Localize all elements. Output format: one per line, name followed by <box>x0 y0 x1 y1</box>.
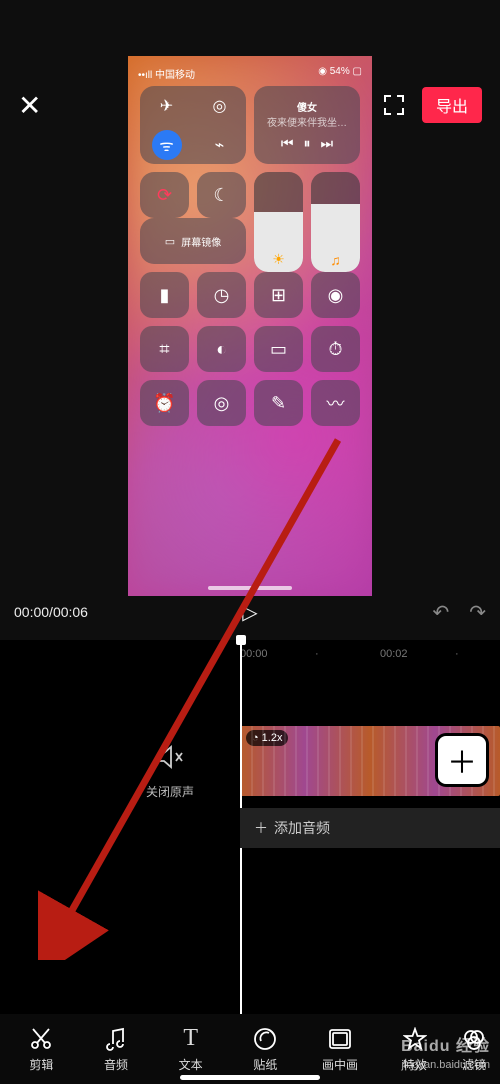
export-button[interactable]: 导出 <box>422 87 482 123</box>
stopwatch-icon: ⏱ <box>311 326 360 372</box>
watermark-brand: Baidu 经验 <box>401 1037 490 1058</box>
tool-edit[interactable]: 剪辑 <box>6 1026 77 1073</box>
mute-icon <box>130 744 210 777</box>
scan-icon: ⌗ <box>140 326 189 372</box>
camera-icon: ◉ <box>311 272 360 318</box>
bluetooth-icon: ⌁ <box>193 125 246 164</box>
timeline[interactable]: 00:00 · 00:02 · 关闭原声 ◔ 1.2x ＋ ＋ 添加音频 <box>0 640 500 1014</box>
redo-button[interactable]: ↷ <box>469 600 486 625</box>
mute-original-sound[interactable]: 关闭原声 <box>130 744 210 800</box>
add-clip-button[interactable]: ＋ <box>438 736 486 784</box>
prev-icon: ⏮ <box>281 135 294 152</box>
app-home-indicator <box>180 1075 320 1080</box>
tool-text[interactable]: T 文本 <box>155 1026 226 1073</box>
plus-icon: ＋ <box>254 818 268 838</box>
close-button[interactable]: ✕ <box>18 89 41 122</box>
wifi-icon: ᯤ <box>140 125 193 164</box>
timer-icon: ◷ <box>197 272 246 318</box>
text-icon: T <box>183 1026 198 1052</box>
volume-slider: ♫ <box>311 172 360 272</box>
music-icon <box>105 1026 127 1052</box>
battery-icon: ▭ <box>254 326 303 372</box>
mute-label: 关闭原声 <box>130 783 210 800</box>
watermark-url: jingyan.baidu.com <box>401 1058 490 1072</box>
sticker-icon <box>253 1026 277 1052</box>
timeline-ruler: 00:00 · 00:02 · <box>0 648 500 668</box>
tool-sticker[interactable]: 贴纸 <box>230 1026 301 1073</box>
fullscreen-icon[interactable] <box>382 93 406 117</box>
cc-music: 傻女 夜来便来伴我坐… ⏮ ⏸ ⏭ <box>254 86 360 164</box>
note-icon: ✎ <box>254 380 303 426</box>
darkmode-icon: ◐ <box>197 326 246 372</box>
home-indicator <box>208 586 292 590</box>
cut-icon <box>29 1026 53 1052</box>
cc-status-bar: ••ıll 中国移动 ◉ 54% ▢ <box>138 66 362 81</box>
record-icon: ◎ <box>197 380 246 426</box>
flashlight-icon: ▮ <box>140 272 189 318</box>
dnd-icon: ☾ <box>197 172 246 218</box>
tool-pip[interactable]: 画中画 <box>305 1026 376 1073</box>
lock-rotation-icon: ⟳ <box>140 172 189 218</box>
alarm-icon: ⏰ <box>140 380 189 426</box>
undo-button[interactable]: ↶ <box>432 600 449 625</box>
cc-battery: ◉ 54% ▢ <box>318 66 362 81</box>
calculator-icon: ⊞ <box>254 272 303 318</box>
clock-icon: ◔ <box>252 732 259 744</box>
brightness-slider: ☀ <box>254 172 303 272</box>
add-audio-button[interactable]: ＋ 添加音频 <box>240 808 500 848</box>
cc-carrier: ••ıll 中国移动 <box>138 66 195 81</box>
pip-icon <box>328 1026 352 1052</box>
video-preview[interactable]: ••ıll 中国移动 ◉ 54% ▢ ✈︎ ◎ ᯤ ⌁ 傻女 夜来便来伴我坐… … <box>128 56 372 596</box>
next-icon: ⏭ <box>321 135 334 152</box>
play-button[interactable]: ▷ <box>242 600 257 625</box>
tool-audio[interactable]: 音频 <box>81 1026 152 1073</box>
speed-badge: ◔ 1.2x <box>246 730 288 746</box>
playback-time: 00:00/00:06 <box>14 604 88 620</box>
cellular-icon: ◎ <box>193 86 246 125</box>
airplane-icon: ✈︎ <box>140 86 193 125</box>
screen-mirror: ▭屏幕镜像 <box>140 218 246 264</box>
cc-connectivity: ✈︎ ◎ ᯤ ⌁ <box>140 86 246 164</box>
pause-icon: ⏸ <box>304 135 311 152</box>
watermark: Baidu 经验 jingyan.baidu.com <box>401 1037 490 1072</box>
sound-icon: 〰 <box>311 380 360 426</box>
